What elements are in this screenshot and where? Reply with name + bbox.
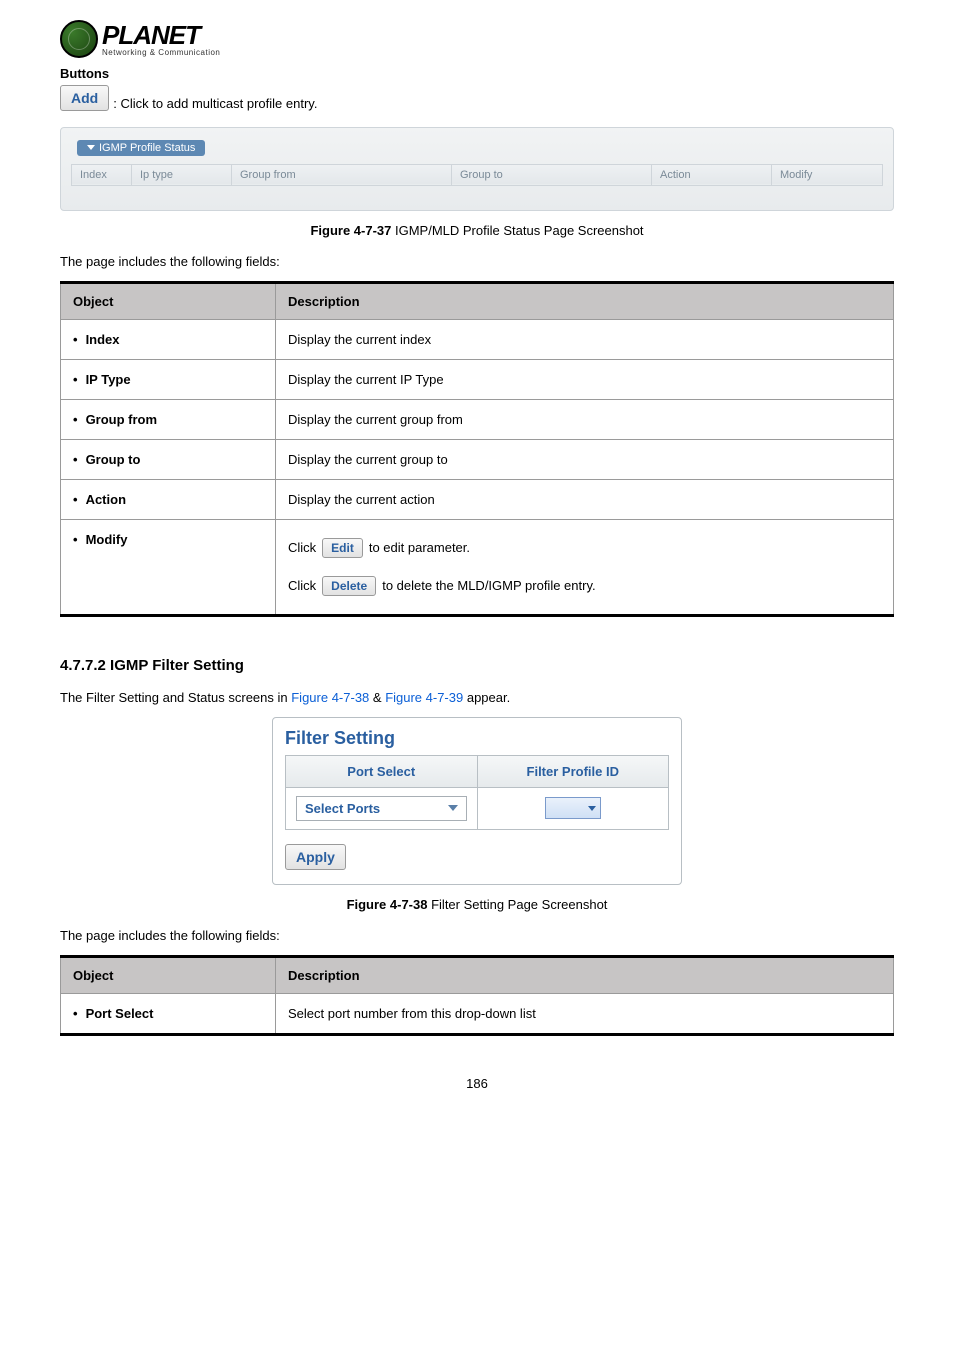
fields-intro-1: The page includes the following fields: — [60, 254, 894, 269]
select-ports-label: Select Ports — [305, 801, 380, 816]
filter-intro: The Filter Setting and Status screens in… — [60, 690, 894, 705]
figure-4-7-38-caption: Figure 4-7-38 Filter Setting Page Screen… — [60, 897, 894, 912]
obj-label: Group from — [73, 412, 157, 427]
obj-label: IP Type — [73, 372, 131, 387]
panel-title: IGMP Profile Status — [99, 142, 195, 154]
add-button-desc: : Click to add multicast profile entry. — [113, 96, 317, 111]
table-row: Index Display the current index — [61, 319, 894, 359]
table-row: Group to Display the current group to — [61, 439, 894, 479]
igmp-profile-status-panel: IGMP Profile Status Index Ip type Group … — [60, 127, 894, 211]
fields-intro-2: The page includes the following fields: — [60, 928, 894, 943]
col-modify: Modify — [772, 164, 883, 185]
obj-label: Modify — [73, 532, 127, 547]
logo-name: PLANET — [102, 22, 220, 48]
col-iptype: Ip type — [132, 164, 232, 185]
obj-desc: Select port number from this drop-down l… — [276, 993, 894, 1034]
object-table-1: Object Description Index Display the cur… — [60, 281, 894, 617]
obj-label: Action — [73, 492, 126, 507]
logo-tagline: Networking & Communication — [102, 48, 220, 57]
col-filter-profile-id: Filter Profile ID — [478, 756, 669, 787]
obj-desc: Display the current group to — [276, 439, 894, 479]
click-text: Click — [288, 578, 316, 593]
apply-button[interactable]: Apply — [285, 844, 346, 870]
col-port-select: Port Select — [286, 756, 478, 787]
add-button[interactable]: Add — [60, 85, 109, 111]
col-index: Index — [72, 164, 132, 185]
table-row: Group from Display the current group fro… — [61, 399, 894, 439]
obj-head: Object — [61, 282, 276, 319]
buttons-heading: Buttons — [60, 66, 894, 81]
table-row-modify: Modify Click Edit to edit parameter. Cli… — [61, 519, 894, 615]
obj-desc: Display the current IP Type — [276, 359, 894, 399]
select-ports-dropdown[interactable]: Select Ports — [296, 796, 467, 821]
logo: PLANET Networking & Communication — [60, 20, 894, 58]
obj-desc: Display the current action — [276, 479, 894, 519]
status-table: Index Ip type Group from Group to Action… — [71, 164, 883, 186]
page-number: 186 — [60, 1076, 894, 1091]
table-row: Port Select Select port number from this… — [61, 993, 894, 1034]
col-groupfrom: Group from — [232, 164, 452, 185]
edit-button[interactable]: Edit — [322, 538, 363, 558]
globe-icon — [60, 20, 98, 58]
panel-header[interactable]: IGMP Profile Status — [77, 140, 205, 156]
obj-label: Group to — [73, 452, 140, 467]
obj-label: Port Select — [73, 1006, 153, 1021]
obj-desc: Display the current group from — [276, 399, 894, 439]
col-action: Action — [652, 164, 772, 185]
delete-suffix: to delete the MLD/IGMP profile entry. — [382, 578, 595, 593]
click-text: Click — [288, 540, 316, 555]
filter-profile-id-dropdown[interactable] — [545, 797, 601, 819]
obj-head: Object — [61, 956, 276, 993]
link-fig38[interactable]: Figure 4-7-38 — [291, 690, 369, 705]
section-4-7-7-2: 4.7.7.2 IGMP Filter Setting — [60, 657, 894, 674]
table-row: IP Type Display the current IP Type — [61, 359, 894, 399]
filter-title: Filter Setting — [285, 728, 669, 749]
chevron-down-icon — [588, 806, 596, 811]
edit-suffix: to edit parameter. — [369, 540, 470, 555]
col-groupto: Group to — [452, 164, 652, 185]
chevron-down-icon — [87, 145, 95, 150]
table-row: Action Display the current action — [61, 479, 894, 519]
desc-head: Description — [276, 956, 894, 993]
desc-head: Description — [276, 282, 894, 319]
object-table-2: Object Description Port Select Select po… — [60, 955, 894, 1036]
figure-4-7-37-caption: Figure 4-7-37 IGMP/MLD Profile Status Pa… — [60, 223, 894, 238]
link-fig39[interactable]: Figure 4-7-39 — [385, 690, 463, 705]
chevron-down-icon — [448, 805, 458, 811]
filter-setting-card: Filter Setting Port Select Filter Profil… — [272, 717, 682, 885]
obj-label: Index — [73, 332, 120, 347]
delete-button[interactable]: Delete — [322, 576, 376, 596]
obj-desc: Display the current index — [276, 319, 894, 359]
